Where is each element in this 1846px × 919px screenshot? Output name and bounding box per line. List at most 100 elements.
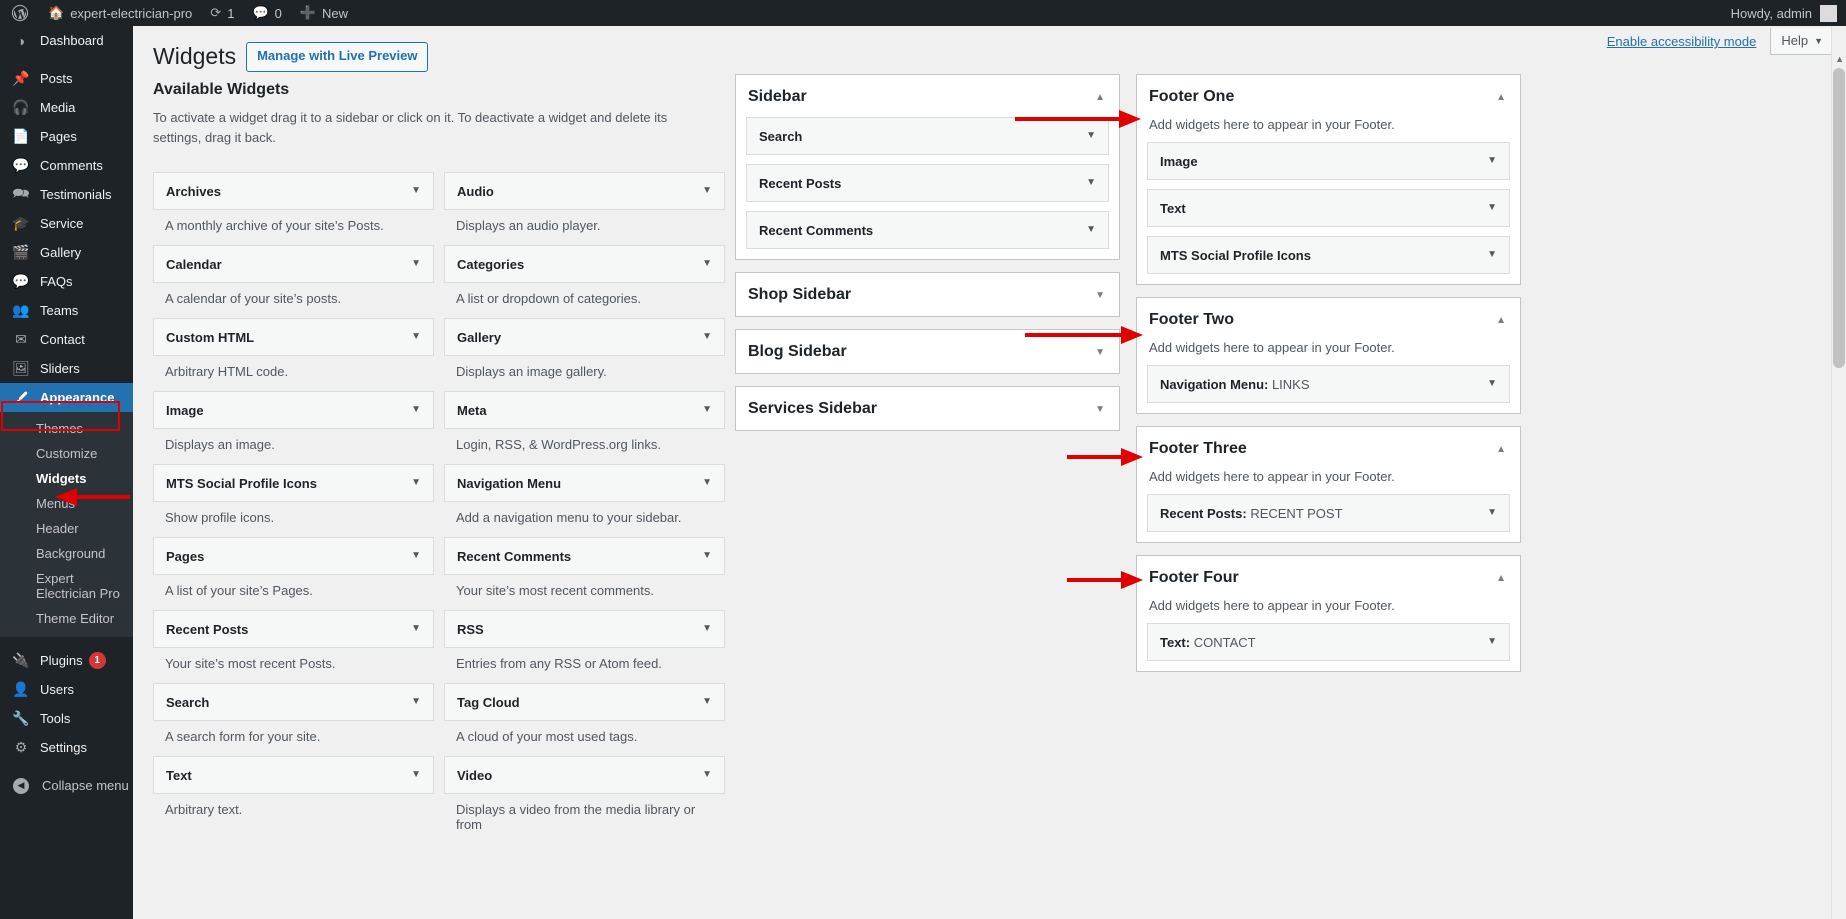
chevron-down-icon[interactable]: ▼ [411,332,421,342]
sidebar-panel-header[interactable]: Services Sidebar ▼ [746,387,1109,430]
chevron-down-icon[interactable]: ▼ [1095,404,1107,415]
submenu-item-menus[interactable]: Menus [0,491,133,516]
sidebar-item-contact[interactable]: ✉ Contact [0,325,133,354]
sidebar-panel-header[interactable]: Footer Three ▲ [1147,427,1510,469]
chevron-down-icon[interactable]: ▼ [1487,379,1497,389]
widget-button[interactable]: Calendar ▼ [153,245,434,284]
sidebar-item-dashboard[interactable]: ◑ Dashboard [0,26,133,55]
sidebar-item-posts[interactable]: 📌 Posts [0,64,133,93]
sidebar-panel-header[interactable]: Footer Two ▲ [1147,298,1510,340]
sidebar-panel-header[interactable]: Footer Four ▲ [1147,556,1510,598]
chevron-up-icon[interactable]: ▲ [1496,315,1508,326]
wordpress-logo-icon[interactable] [0,0,39,26]
sidebar-panel-header[interactable]: Blog Sidebar ▼ [746,330,1109,373]
widget-button[interactable]: Meta ▼ [444,391,725,430]
sidebar-item-teams[interactable]: 👥 Teams [0,296,133,325]
scroll-up-arrow-icon[interactable]: ▲ [1835,54,1844,64]
chevron-down-icon[interactable]: ▼ [411,624,421,634]
assigned-widget[interactable]: Recent Posts: RECENT POST ▼ [1147,494,1510,532]
chevron-down-icon[interactable]: ▼ [1487,508,1497,518]
widget-button[interactable]: MTS Social Profile Icons ▼ [153,464,434,503]
chevron-down-icon[interactable]: ▼ [702,186,712,196]
enable-accessibility-mode-link[interactable]: Enable accessibility mode [1607,34,1771,49]
sidebar-item-plugins[interactable]: 🔌 Plugins 1 [0,646,133,675]
chevron-down-icon[interactable]: ▼ [1086,178,1096,188]
chevron-down-icon[interactable]: ▼ [702,697,712,707]
widget-button[interactable]: Text ▼ [153,756,434,795]
chevron-down-icon[interactable]: ▼ [411,405,421,415]
sidebar-item-faqs[interactable]: 💬 FAQs [0,267,133,296]
chevron-up-icon[interactable]: ▲ [1496,444,1508,455]
chevron-down-icon[interactable]: ▼ [411,697,421,707]
submenu-item-expert-electrician-pro[interactable]: Expert Electrician Pro [0,566,133,606]
chevron-down-icon[interactable]: ▼ [702,624,712,634]
assigned-widget[interactable]: Image ▼ [1147,142,1510,180]
comments-menu[interactable]: 💬 0 [243,0,290,26]
new-content-menu[interactable]: ➕ New [291,0,357,26]
sidebar-item-users[interactable]: 👤 Users [0,675,133,704]
chevron-down-icon[interactable]: ▼ [1086,225,1096,235]
assigned-widget[interactable]: MTS Social Profile Icons ▼ [1147,236,1510,274]
submenu-item-themes[interactable]: Themes [0,416,133,441]
sidebar-item-tools[interactable]: 🔧 Tools [0,704,133,733]
widget-button[interactable]: Search ▼ [153,683,434,722]
sidebar-panel-header[interactable]: Footer One ▲ [1147,75,1510,117]
widget-button[interactable]: Archives ▼ [153,172,434,211]
assigned-widget[interactable]: Text: CONTACT ▼ [1147,623,1510,661]
chevron-down-icon[interactable]: ▼ [411,478,421,488]
chevron-down-icon[interactable]: ▼ [1487,203,1497,213]
sidebar-item-testimonials[interactable]: 🗪 Testimonials [0,180,133,209]
widget-button[interactable]: Pages ▼ [153,537,434,576]
assigned-widget[interactable]: Recent Comments ▼ [746,211,1109,249]
submenu-item-header[interactable]: Header [0,516,133,541]
assigned-widget[interactable]: Search ▼ [746,117,1109,155]
sidebar-item-sliders[interactable]: 🖼 Sliders [0,354,133,383]
chevron-down-icon[interactable]: ▼ [702,405,712,415]
widget-button[interactable]: Custom HTML ▼ [153,318,434,357]
widget-button[interactable]: Categories ▼ [444,245,725,284]
sidebar-item-appearance[interactable]: Appearance [0,383,133,412]
chevron-down-icon[interactable]: ▼ [702,259,712,269]
sidebar-item-settings[interactable]: ⚙ Settings [0,733,133,762]
sidebar-item-collapse-menu[interactable]: ◀ Collapse menu [0,771,133,800]
widget-button[interactable]: Gallery ▼ [444,318,725,357]
widget-button[interactable]: Recent Comments ▼ [444,537,725,576]
chevron-up-icon[interactable]: ▲ [1496,92,1508,103]
submenu-item-widgets[interactable]: Widgets [0,466,133,491]
chevron-down-icon[interactable]: ▼ [1086,131,1096,141]
manage-with-live-preview-button[interactable]: Manage with Live Preview [246,42,429,72]
chevron-down-icon[interactable]: ▼ [411,551,421,561]
sidebar-item-comments[interactable]: 💬 Comments [0,151,133,180]
chevron-down-icon[interactable]: ▼ [1095,290,1107,301]
widget-button[interactable]: RSS ▼ [444,610,725,649]
sidebar-panel-header[interactable]: Shop Sidebar ▼ [746,273,1109,316]
updates-menu[interactable]: ⟳ 1 [201,0,243,26]
widget-button[interactable]: Video ▼ [444,756,725,795]
sidebar-item-media[interactable]: 🎧 Media [0,93,133,122]
chevron-down-icon[interactable]: ▼ [1487,250,1497,260]
chevron-down-icon[interactable]: ▼ [1487,156,1497,166]
chevron-down-icon[interactable]: ▼ [702,770,712,780]
sidebar-item-gallery[interactable]: 🎬 Gallery [0,238,133,267]
chevron-down-icon[interactable]: ▼ [702,332,712,342]
widget-button[interactable]: Audio ▼ [444,172,725,211]
assigned-widget[interactable]: Navigation Menu: LINKS ▼ [1147,365,1510,403]
widget-button[interactable]: Image ▼ [153,391,434,430]
sidebar-item-service[interactable]: 🎓 Service [0,209,133,238]
page-scrollbar[interactable]: ▲ [1831,26,1846,919]
submenu-item-theme-editor[interactable]: Theme Editor [0,606,133,631]
submenu-item-background[interactable]: Background [0,541,133,566]
chevron-down-icon[interactable]: ▼ [411,186,421,196]
widget-button[interactable]: Navigation Menu ▼ [444,464,725,503]
chevron-down-icon[interactable]: ▼ [411,770,421,780]
account-menu[interactable]: Howdy, admin [1731,4,1846,22]
submenu-item-customize[interactable]: Customize [0,441,133,466]
widget-button[interactable]: Tag Cloud ▼ [444,683,725,722]
chevron-down-icon[interactable]: ▼ [1487,637,1497,647]
site-name-menu[interactable]: 🏠 expert-electrician-pro [39,0,201,26]
help-tab-button[interactable]: Help ▼ [1770,28,1834,55]
scrollbar-thumb[interactable] [1833,68,1845,368]
chevron-down-icon[interactable]: ▼ [702,551,712,561]
sidebar-item-pages[interactable]: 📄 Pages [0,122,133,151]
widget-button[interactable]: Recent Posts ▼ [153,610,434,649]
